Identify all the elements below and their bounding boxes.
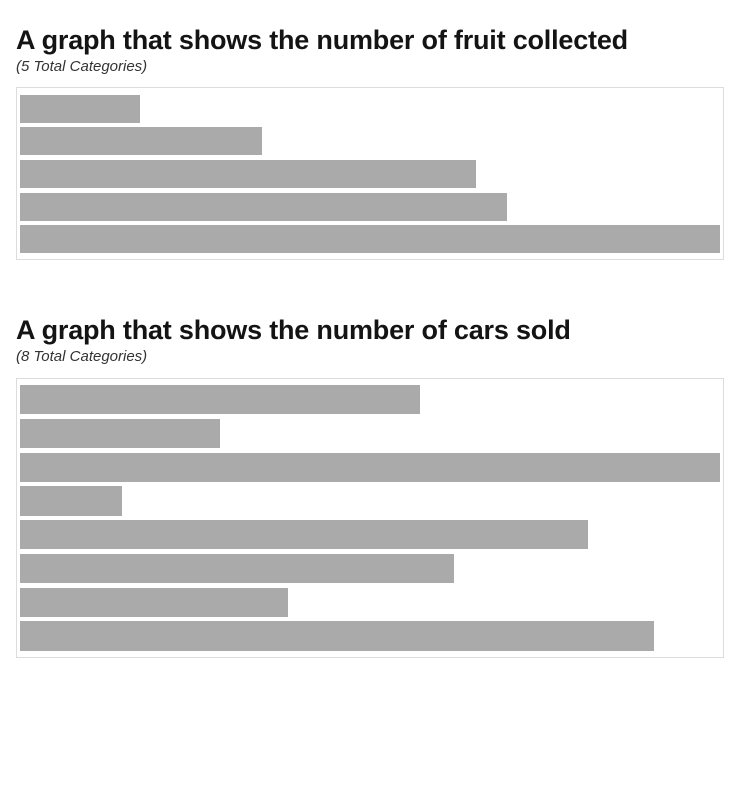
bar	[20, 486, 122, 516]
bar	[20, 94, 141, 123]
bar-row	[20, 619, 720, 653]
bar-series-fruit	[17, 88, 723, 259]
bar-row	[20, 190, 720, 223]
bar	[20, 159, 476, 188]
bar-row	[20, 518, 720, 552]
page-title: A graph that shows the number of fruit c…	[16, 25, 628, 55]
bar-row	[20, 585, 720, 619]
bar	[20, 418, 220, 448]
bar	[20, 520, 588, 550]
bar	[20, 553, 454, 583]
chart-block-fruit: A graph that shows the number of fruit c…	[16, 24, 724, 261]
bar	[20, 192, 507, 221]
page-root: A graph that shows the number of fruit c…	[0, 24, 740, 792]
bar-row	[20, 484, 720, 518]
bar	[20, 225, 720, 254]
bar-row	[20, 125, 720, 158]
bar	[20, 452, 720, 482]
bar	[20, 385, 420, 415]
bar	[20, 621, 654, 651]
bar-row	[20, 552, 720, 586]
bar-row	[20, 158, 720, 191]
bar	[20, 127, 263, 156]
bar-row	[20, 383, 720, 417]
chart-subtitle-secondary: (8 Total Categories)	[16, 348, 148, 366]
bar-row	[20, 417, 720, 451]
bar-row	[20, 92, 720, 125]
chart-subtitle: (5 Total Categories)	[16, 57, 148, 75]
bar-row	[20, 223, 720, 256]
chart-block-cars: A graph that shows the number of cars so…	[16, 314, 724, 658]
bar	[20, 587, 288, 617]
chart-plot-area-fruit	[16, 87, 724, 261]
bar-row	[20, 450, 720, 484]
bar-series-cars	[17, 379, 723, 657]
page-title-secondary: A graph that shows the number of cars so…	[16, 315, 571, 346]
chart-plot-area-cars	[16, 377, 724, 658]
